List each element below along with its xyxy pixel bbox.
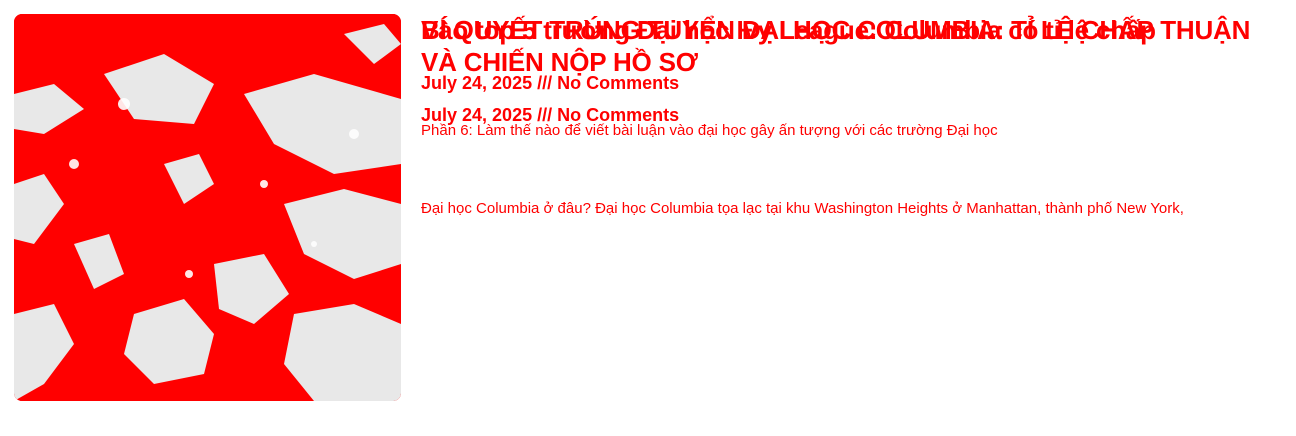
- post-item: BÍ QUYẾT TRÚNG TUYỂN ĐẠI HỌC COLUMBIA: T…: [421, 14, 1271, 220]
- post-list: Vào top 5 trường Đại học Ivy League: Col…: [0, 0, 1296, 436]
- post-thumbnail-image[interactable]: [14, 14, 401, 401]
- post-title-link[interactable]: BÍ QUYẾT TRÚNG TUYỂN ĐẠI HỌC COLUMBIA: T…: [421, 15, 1250, 77]
- post-meta: July 24, 2025 /// No Comments: [421, 105, 680, 125]
- post-excerpt: Đại học Columbia ở đâu? Đại học Columbia…: [421, 200, 1184, 217]
- post-title: BÍ QUYẾT TRÚNG TUYỂN ĐẠI HỌC COLUMBIA: T…: [421, 14, 1271, 78]
- thumbnail-graphic: [14, 14, 401, 401]
